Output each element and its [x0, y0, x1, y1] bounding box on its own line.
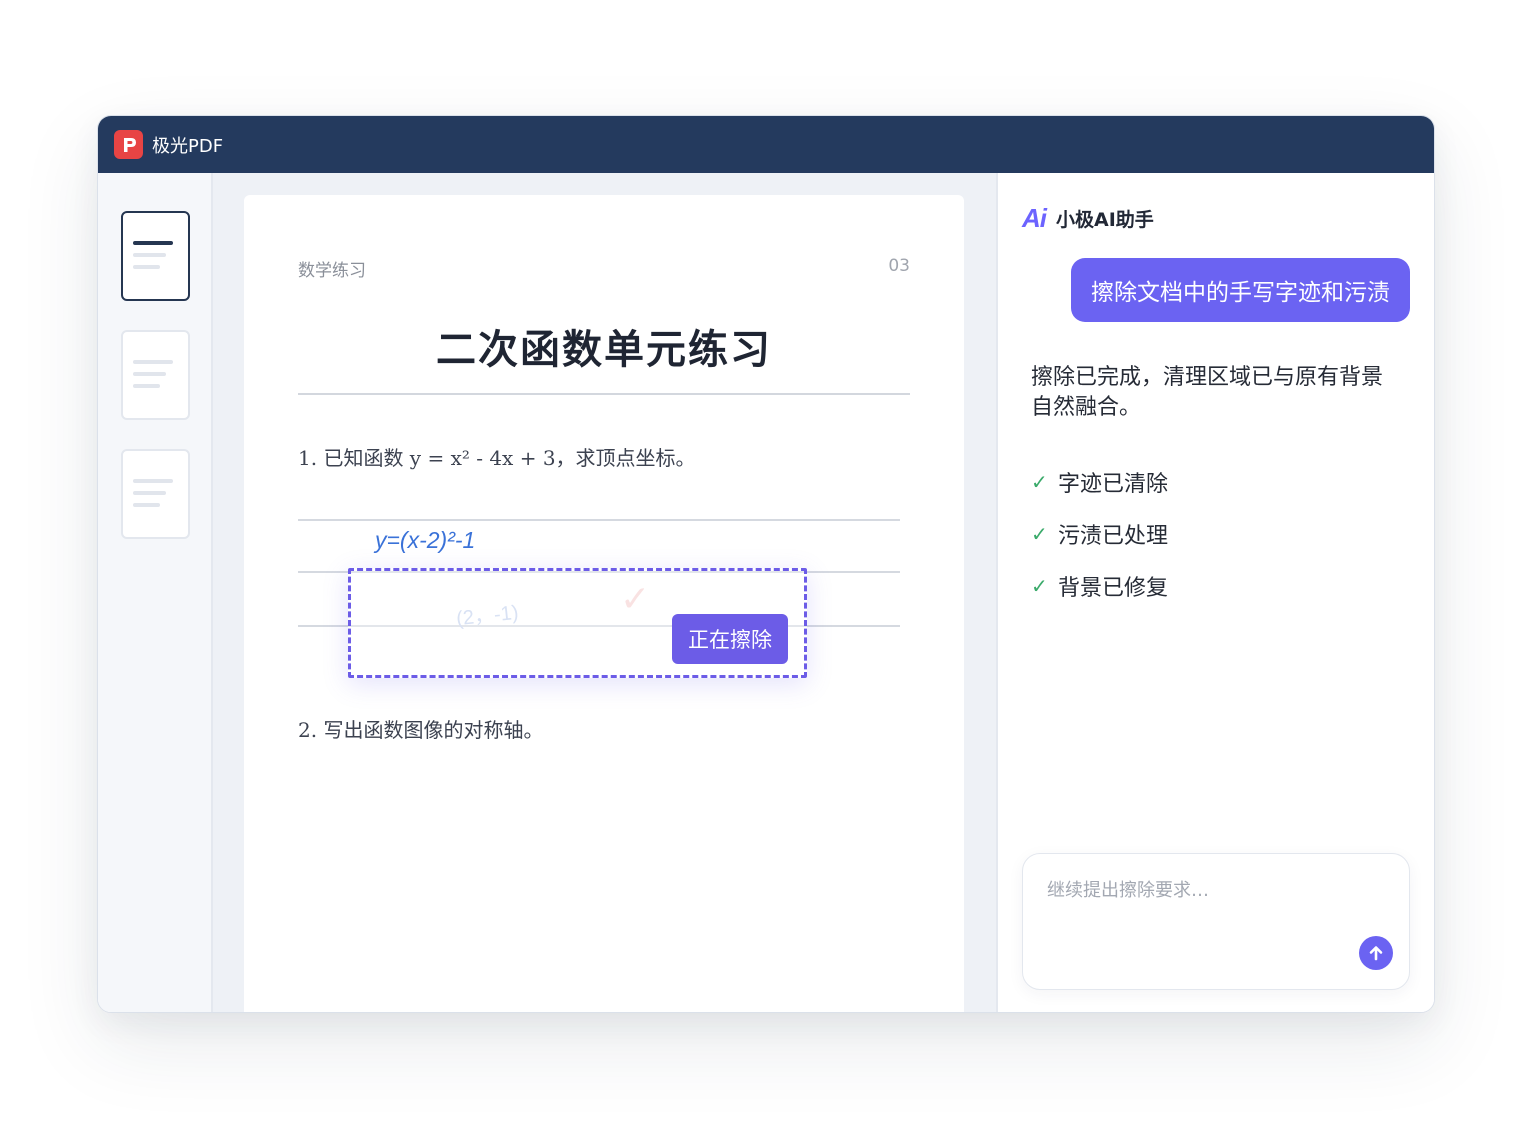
check-icon: ✓	[1031, 470, 1048, 494]
erase-selection-box[interactable]: 正在擦除	[348, 568, 807, 678]
chat-input-placeholder: 继续提出擦除要求…	[1047, 880, 1209, 901]
answer-line	[298, 519, 900, 521]
page-thumbnail-3[interactable]	[121, 449, 190, 539]
checklist-item: ✓ 背景已修复	[1031, 560, 1168, 612]
arrow-up-icon	[1369, 946, 1383, 961]
page-thumbnail-2[interactable]	[121, 330, 190, 420]
ai-assistant-name: 小极AI助手	[1056, 209, 1154, 231]
user-message-bubble: 擦除文档中的手写字迹和污渍	[1071, 258, 1410, 322]
checklist-item: ✓ 污渍已处理	[1031, 508, 1168, 560]
checklist-item-label: 字迹已清除	[1058, 472, 1169, 497]
page-thumbnail-sidebar	[98, 173, 213, 1012]
app-window: 极光PDF 数学练习 03 二次函数单元练习 1. 已知函数 y = x² - …	[97, 115, 1435, 1013]
page-number: 03	[888, 256, 910, 276]
question-2: 2. 写出函数图像的对称轴。	[298, 718, 544, 742]
check-icon: ✓	[1031, 574, 1048, 598]
title-divider	[298, 393, 910, 395]
document-page[interactable]: 数学练习 03 二次函数单元练习 1. 已知函数 y = x² - 4x + 3…	[244, 195, 964, 1012]
send-button[interactable]	[1359, 936, 1393, 970]
erasing-status-badge: 正在擦除	[672, 614, 788, 664]
page-thumbnail-1[interactable]	[121, 211, 190, 301]
checklist-item-label: 背景已修复	[1058, 576, 1169, 601]
ai-reply-text: 擦除已完成，清理区域已与原有背景自然融合。	[1031, 365, 1384, 420]
page-title: 二次函数单元练习	[436, 327, 772, 373]
checklist-item: ✓ 字迹已清除	[1031, 456, 1168, 508]
check-icon: ✓	[1031, 522, 1048, 546]
chat-input[interactable]: 继续提出擦除要求…	[1022, 853, 1410, 990]
handwritten-formula: y=(x-2)²-1	[375, 527, 476, 553]
page-category: 数学练习	[298, 261, 366, 281]
checklist-item-label: 污渍已处理	[1058, 524, 1169, 549]
ai-assistant-panel: Ai 小极AI助手 擦除文档中的手写字迹和污渍 擦除已完成，清理区域已与原有背景…	[996, 173, 1434, 1012]
ai-logo-icon: Ai	[1022, 203, 1047, 233]
app-title: 极光PDF	[152, 135, 224, 157]
title-bar: 极光PDF	[98, 116, 1434, 173]
ai-result-checklist: ✓ 字迹已清除 ✓ 污渍已处理 ✓ 背景已修复	[1031, 456, 1168, 612]
app-logo-icon	[114, 130, 143, 159]
ai-assistant-header: Ai 小极AI助手	[1022, 203, 1154, 234]
question-1: 1. 已知函数 y = x² - 4x + 3，求顶点坐标。	[298, 446, 696, 470]
document-canvas: 数学练习 03 二次函数单元练习 1. 已知函数 y = x² - 4x + 3…	[213, 173, 996, 1012]
